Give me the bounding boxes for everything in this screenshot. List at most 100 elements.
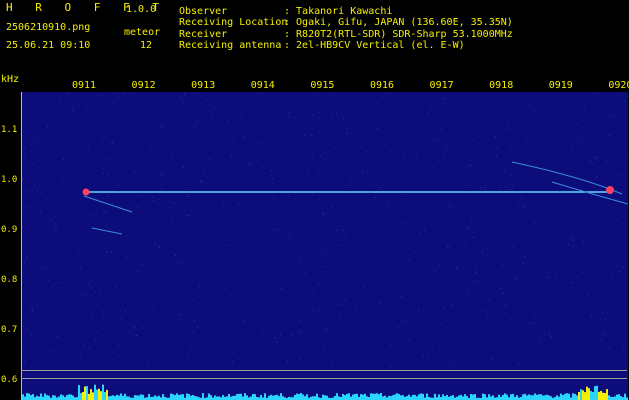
noise-speck xyxy=(496,333,498,335)
noise-speck xyxy=(203,233,205,235)
noise-speck xyxy=(603,332,605,334)
noise-speck xyxy=(354,289,356,291)
level-bar xyxy=(208,393,210,400)
noise-speck xyxy=(302,135,304,137)
level-bar xyxy=(336,393,338,400)
noise-speck xyxy=(222,99,224,101)
noise-speck xyxy=(472,237,474,238)
noise-speck xyxy=(273,228,275,230)
noise-speck xyxy=(314,253,316,255)
noise-speck xyxy=(479,98,481,100)
noise-speck xyxy=(199,313,201,315)
noise-speck xyxy=(458,205,460,207)
noise-speck xyxy=(155,124,157,126)
level-bar xyxy=(354,394,356,400)
level-bar xyxy=(602,392,604,400)
noise-speck xyxy=(467,226,469,228)
noise-speck xyxy=(244,320,245,322)
noise-speck xyxy=(594,201,596,202)
x-tick-label: 0913 xyxy=(191,80,216,91)
y-tick-label: 1.0 xyxy=(1,175,18,185)
noise-speck xyxy=(449,215,451,217)
noise-speck xyxy=(288,195,290,197)
level-bar xyxy=(360,394,362,400)
noise-speck xyxy=(510,146,512,148)
noise-speck xyxy=(588,358,590,360)
noise-speck xyxy=(408,339,410,341)
noise-speck xyxy=(154,243,156,245)
noise-speck xyxy=(182,102,183,104)
noise-speck xyxy=(387,205,389,207)
level-bar xyxy=(384,395,386,400)
level-bar xyxy=(588,388,590,400)
level-bar xyxy=(446,394,448,400)
noise-speck xyxy=(469,184,471,186)
noise-speck xyxy=(32,112,34,113)
noise-speck xyxy=(321,106,323,108)
noise-speck xyxy=(294,364,296,366)
noise-speck xyxy=(357,341,359,343)
noise-speck xyxy=(232,352,234,354)
noise-speck xyxy=(422,331,424,333)
noise-speck xyxy=(254,310,256,312)
noise-speck xyxy=(67,93,69,95)
level-bar xyxy=(88,393,90,400)
noise-speck xyxy=(397,104,398,106)
y-tick-label: 0.9 xyxy=(1,225,18,235)
noise-speck xyxy=(177,262,179,264)
noise-speck xyxy=(518,303,520,304)
noise-speck xyxy=(451,275,453,277)
noise-speck xyxy=(180,261,182,263)
noise-speck xyxy=(621,266,623,268)
level-bar xyxy=(108,396,110,400)
noise-speck xyxy=(484,310,486,312)
noise-speck xyxy=(572,256,574,258)
noise-speck xyxy=(124,100,126,102)
noise-speck xyxy=(38,150,39,152)
noise-speck xyxy=(491,358,493,360)
noise-speck xyxy=(138,249,140,250)
noise-speck xyxy=(39,239,41,241)
noise-speck xyxy=(99,108,101,109)
noise-speck xyxy=(591,163,593,165)
level-bar xyxy=(598,391,600,400)
spectrogram-plot xyxy=(21,92,628,400)
noise-speck xyxy=(104,137,106,139)
noise-speck xyxy=(94,161,96,163)
noise-speck xyxy=(418,309,420,311)
noise-speck xyxy=(27,300,29,301)
noise-speck xyxy=(70,346,72,348)
level-bar xyxy=(394,394,396,400)
noise-speck xyxy=(324,249,326,251)
noise-speck xyxy=(27,246,28,247)
noise-speck xyxy=(45,145,47,146)
level-bar xyxy=(524,393,526,400)
noise-speck xyxy=(391,262,393,264)
noise-speck xyxy=(346,131,347,133)
noise-speck xyxy=(185,302,187,304)
noise-speck xyxy=(358,271,360,273)
noise-speck xyxy=(415,250,417,252)
noise-speck xyxy=(195,352,197,354)
level-bar xyxy=(218,396,220,400)
noise-speck xyxy=(338,251,340,253)
noise-speck xyxy=(185,92,187,94)
noise-speck xyxy=(80,356,81,358)
noise-speck xyxy=(578,118,580,120)
noise-speck xyxy=(47,342,49,343)
level-bar xyxy=(96,389,98,400)
noise-speck xyxy=(388,336,390,338)
noise-speck xyxy=(331,95,332,97)
noise-speck xyxy=(139,205,141,207)
noise-speck xyxy=(377,255,379,257)
noise-speck xyxy=(209,261,211,263)
noise-speck xyxy=(512,185,514,187)
noise-speck xyxy=(38,142,40,144)
noise-speck xyxy=(576,124,578,126)
noise-speck xyxy=(103,316,104,318)
level-bar xyxy=(124,393,126,400)
noise-speck xyxy=(146,286,148,288)
noise-speck xyxy=(130,331,131,332)
noise-speck xyxy=(376,128,378,130)
x-tick-label: 0916 xyxy=(369,80,395,91)
